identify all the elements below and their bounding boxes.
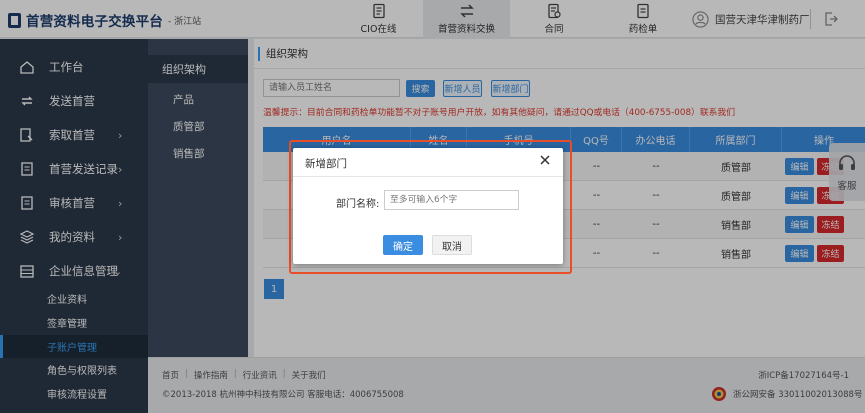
confirm-button[interactable]: 确定 — [383, 235, 423, 255]
close-icon[interactable] — [539, 154, 551, 166]
cancel-button[interactable]: 取消 — [432, 235, 472, 255]
dialog-divider — [293, 176, 563, 177]
department-name-label: 部门名称: — [336, 199, 380, 210]
dialog-title: 新增部门 — [305, 158, 347, 170]
department-name-input[interactable] — [384, 190, 519, 210]
add-department-dialog: 新增部门 部门名称: 确定 取消 — [293, 148, 563, 264]
